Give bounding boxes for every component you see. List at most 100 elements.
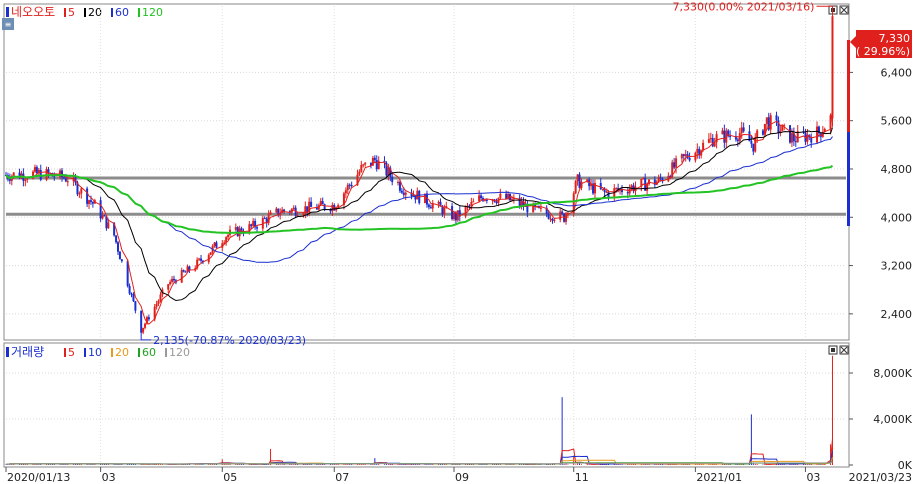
candle-body [539, 207, 542, 209]
current-price: 7,330 [879, 32, 911, 45]
candle-body [275, 208, 278, 213]
x-end-label: 2021/03/23 [849, 471, 912, 484]
candle-body [78, 193, 81, 195]
candle-body [740, 127, 743, 134]
volume-bar [59, 464, 61, 465]
candle-body [86, 188, 89, 204]
volume-bar [648, 464, 650, 466]
candle-body [464, 206, 467, 217]
candle-body [483, 199, 486, 201]
volume-tick-label: 8,000K [873, 367, 912, 380]
candle-body [198, 258, 201, 260]
stock-chart: 네오오토 5 20 60 120 ≡ 7,330(0.00% 2021/03/16) 2… [2, 0, 913, 484]
volume-bar [397, 464, 399, 465]
candle-body [344, 190, 347, 194]
candle-body [107, 222, 110, 229]
candle-body [659, 177, 662, 179]
ma-legend-label[interactable]: 10 [88, 346, 102, 359]
candle-body [134, 301, 137, 311]
candle-body [561, 211, 564, 214]
ma-legend-label[interactable]: 20 [115, 346, 129, 359]
candle-body [480, 195, 483, 199]
candle-body [236, 227, 239, 237]
candle-body [680, 154, 683, 159]
ma-legend-swatch [64, 8, 66, 17]
volume-bar [19, 464, 21, 466]
ma-legend-label[interactable]: 5 [68, 6, 75, 19]
ma-legend-label[interactable]: 5 [68, 346, 75, 359]
candle-body [754, 137, 757, 152]
volume-bar [754, 463, 756, 465]
right-marker-up [847, 40, 850, 132]
candle-body [559, 211, 562, 220]
volume-bar [383, 464, 385, 465]
volume-tick-label: 4,000K [873, 413, 912, 426]
volume-bar [467, 464, 469, 465]
candle-body [234, 227, 237, 230]
candle-body [574, 181, 577, 194]
candle-body [510, 199, 513, 201]
candle-body [451, 206, 454, 220]
date-axis: 2020/01/13 03 05 07 09 11 2021/01 03 2021/03/23 [5, 467, 912, 484]
candle-body [169, 281, 172, 285]
ma-legend-swatch [64, 348, 66, 357]
candle-body [605, 191, 608, 193]
candle-body [696, 148, 699, 153]
x-tick-label: 05 [223, 471, 237, 484]
candle-body [551, 218, 554, 221]
candle-body [427, 204, 430, 208]
price-tick-label: 4,000 [881, 211, 913, 224]
candle-body [118, 251, 121, 260]
candle-body [485, 199, 488, 201]
candle-body [391, 176, 394, 183]
volume-bar [756, 464, 758, 465]
candle-body [292, 207, 295, 210]
candle-body [24, 179, 27, 181]
candle-body [147, 317, 150, 320]
volume-bar [803, 464, 805, 466]
volume-bar [453, 464, 455, 465]
volume-bar [662, 464, 664, 465]
ma-legend-label[interactable]: 20 [88, 6, 102, 19]
volume-bar [316, 464, 318, 465]
volume-bar [32, 464, 34, 465]
ma-legend-label[interactable]: 60 [115, 6, 129, 19]
volume-bar [781, 464, 783, 465]
volume-bar [783, 464, 785, 466]
candle-body [576, 174, 579, 182]
candle-body [88, 200, 91, 204]
ma-legend-label[interactable]: 60 [142, 346, 156, 359]
ma-legend-label[interactable]: 120 [142, 6, 163, 19]
volume-bar [563, 464, 565, 465]
candle-body [360, 164, 363, 172]
candle-body [250, 224, 253, 226]
candle-body [350, 184, 353, 186]
volume-bar [492, 464, 494, 465]
panel-icon-settings[interactable]: ≡ [2, 18, 14, 30]
volume-panel [3, 342, 850, 468]
candle-body [62, 177, 65, 179]
candle-body [362, 164, 365, 166]
candle-body [750, 141, 753, 144]
candle-body [682, 154, 685, 157]
volume-bar [243, 464, 245, 465]
price-axis: 6,400 5,600 4,800 4,000 3,200 2,400 [849, 66, 913, 321]
volume-bar [443, 464, 445, 465]
candle-body [117, 242, 119, 252]
volume-bar [293, 464, 295, 466]
ma-legend-label[interactable]: 120 [169, 346, 190, 359]
candle-body [144, 323, 147, 328]
x-tick-label: 07 [335, 471, 349, 484]
candle-body [675, 158, 678, 168]
candle-body [831, 16, 834, 119]
candle-body [578, 174, 581, 188]
candle-body [453, 212, 455, 220]
candle-body [140, 310, 143, 333]
candle-body [615, 187, 618, 189]
volume-bar [401, 464, 403, 465]
volume-bar [351, 464, 353, 465]
volume-axis: 8,000K4,000K0K [849, 367, 913, 472]
price-tick-label: 5,600 [881, 115, 913, 128]
x-tick-label: 2021/01 [696, 471, 742, 484]
candle-body [213, 242, 216, 247]
